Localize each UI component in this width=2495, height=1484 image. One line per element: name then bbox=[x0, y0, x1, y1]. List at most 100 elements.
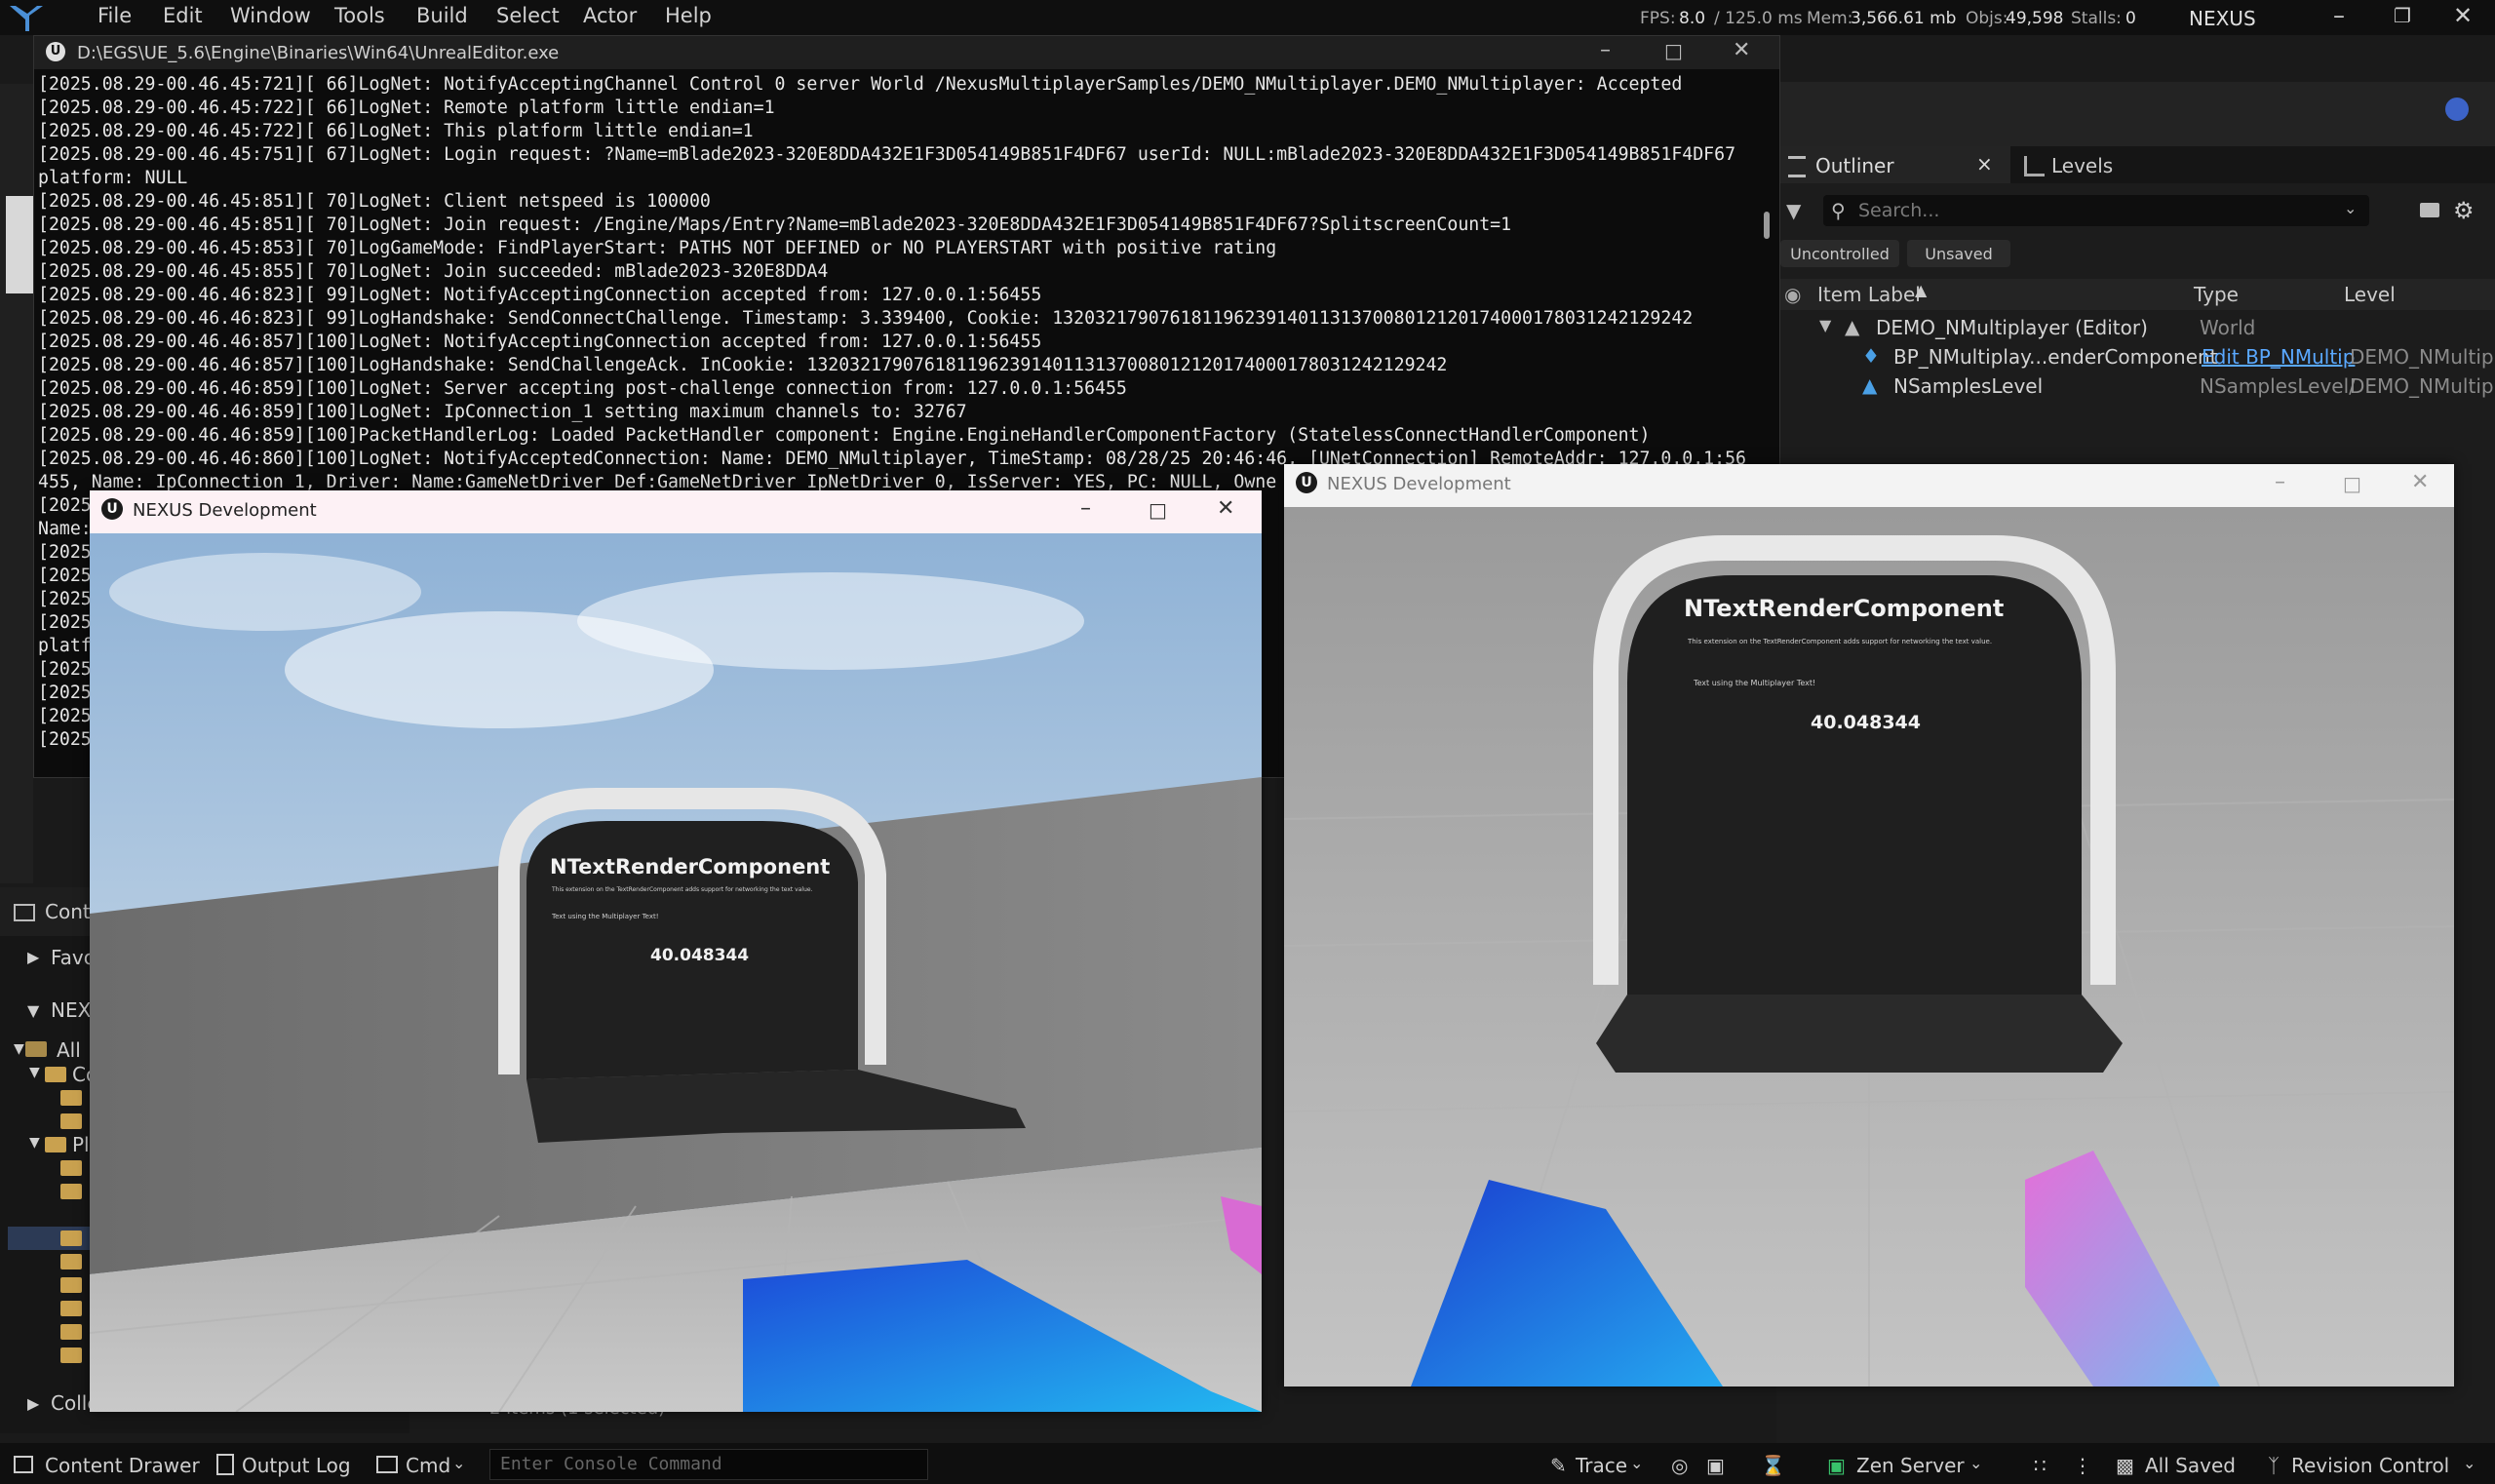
add-folder-icon[interactable] bbox=[2420, 203, 2439, 217]
project-arrow-icon[interactable]: ▼ bbox=[27, 1001, 39, 1020]
selected-folder-row[interactable] bbox=[8, 1227, 96, 1250]
all-arrow-icon[interactable]: ▼ bbox=[14, 1041, 24, 1057]
console-maximize-button[interactable]: □ bbox=[1664, 39, 1683, 62]
col-level[interactable]: Level bbox=[2344, 283, 2396, 306]
editor-maximize-button[interactable]: ❐ bbox=[2394, 4, 2411, 27]
outliner-search-input[interactable]: ⚲ Search... ⌄ bbox=[1823, 195, 2369, 226]
stalls-label: Stalls: bbox=[2071, 9, 2122, 28]
game-window-client[interactable]: U NEXUS Development – □ ✕ NTextRenderCom… bbox=[90, 490, 1262, 1412]
game-window-titlebar[interactable]: U NEXUS Development – □ ✕ bbox=[90, 490, 1262, 533]
game-scene-render bbox=[90, 533, 1262, 1412]
menu-window[interactable]: Window bbox=[230, 4, 311, 27]
folder-icon bbox=[45, 1067, 66, 1082]
folder-icon bbox=[60, 1301, 82, 1316]
sign-value: 40.048344 bbox=[1811, 712, 1921, 733]
trace-dropdown[interactable]: ✎ Trace ⌄ bbox=[1550, 1443, 1648, 1484]
p-folder-arrow-icon[interactable]: ▼ bbox=[29, 1135, 40, 1151]
record-icon[interactable]: ◎ bbox=[1671, 1454, 1688, 1477]
revision-control-dropdown[interactable]: ᛉ Revision Control ⌄ bbox=[2268, 1443, 2482, 1484]
folder-all[interactable]: All bbox=[57, 1038, 81, 1062]
game-minimize-button[interactable]: – bbox=[1080, 496, 1091, 521]
edit-blueprint-link[interactable]: Edit BP_NMultip bbox=[2202, 345, 2355, 369]
c-folder-arrow-icon[interactable]: ▼ bbox=[29, 1065, 40, 1080]
tab-levels[interactable]: Levels bbox=[2051, 154, 2113, 177]
folder-icon bbox=[60, 1184, 82, 1199]
game-minimize-button[interactable]: – bbox=[2275, 470, 2285, 494]
console-minimize-button[interactable]: – bbox=[1600, 38, 1611, 62]
console-log-line: [2025.08.29-00.46.45:721][ 66]LogNet: No… bbox=[38, 74, 1683, 95]
filter-icon[interactable]: ▼ bbox=[1786, 199, 1801, 222]
game-viewport[interactable]: NTextRenderComponent This extension on t… bbox=[1284, 507, 2454, 1386]
game-close-button[interactable]: ✕ bbox=[2411, 470, 2429, 494]
menu-actor[interactable]: Actor bbox=[583, 4, 637, 27]
menu-select[interactable]: Select bbox=[496, 4, 560, 27]
gear-icon[interactable]: ⚙ bbox=[2453, 197, 2475, 224]
console-titlebar[interactable]: U D:\EGS\UE_5.6\Engine\Binaries\Win64\Un… bbox=[34, 36, 1779, 69]
col-type[interactable]: Type bbox=[2194, 283, 2239, 306]
settings-icon[interactable] bbox=[2445, 98, 2469, 121]
game-close-button[interactable]: ✕ bbox=[1217, 496, 1234, 521]
game-maximize-button[interactable]: □ bbox=[1149, 498, 1167, 522]
world-icon: ▲ bbox=[1845, 315, 1860, 338]
hourglass-icon[interactable]: ⌛ bbox=[1761, 1454, 1785, 1477]
console-close-button[interactable]: ✕ bbox=[1733, 38, 1750, 62]
grid-icon[interactable]: ∷ bbox=[2034, 1454, 2047, 1477]
outliner-row-world[interactable]: ▼ ▲ DEMO_NMultiplayer (Editor) World bbox=[1776, 314, 2495, 343]
game-viewport[interactable]: NTextRenderComponent This extension on t… bbox=[90, 533, 1262, 1412]
zen-server-icon: ▣ bbox=[1827, 1454, 1846, 1477]
sign-description: This extension on the TextRenderComponen… bbox=[1688, 638, 1993, 645]
content-browser-tab[interactable]: Conte bbox=[0, 887, 102, 936]
output-log-icon bbox=[216, 1454, 234, 1475]
console-command-input[interactable]: Enter Console Command bbox=[489, 1449, 928, 1480]
content-drawer-button[interactable]: Content Drawer bbox=[0, 1443, 200, 1484]
menu-tools[interactable]: Tools bbox=[334, 4, 385, 27]
editor-close-button[interactable]: ✕ bbox=[2453, 2, 2473, 29]
game-maximize-button[interactable]: □ bbox=[2343, 472, 2361, 495]
blueprint-actor-icon: ♦ bbox=[1862, 344, 1880, 368]
menu-edit[interactable]: Edit bbox=[163, 4, 203, 27]
menu-build[interactable]: Build bbox=[416, 4, 468, 27]
filter-uncontrolled-button[interactable]: Uncontrolled bbox=[1780, 240, 1899, 267]
all-saved-button[interactable]: ▩ All Saved bbox=[2116, 1443, 2236, 1484]
search-placeholder: Search... bbox=[1858, 200, 1940, 221]
more-options-icon[interactable]: ⋮ bbox=[2073, 1454, 2092, 1477]
outliner-row-bp[interactable]: ♦ BP_NMultiplay...enderComponent Edit BP… bbox=[1776, 343, 2495, 372]
game-window-titlebar[interactable]: U NEXUS Development – □ ✕ bbox=[1284, 464, 2454, 507]
filter-unsaved-button[interactable]: Unsaved bbox=[1907, 240, 2010, 267]
console-log-line: [2025.08.29-00.46.46:859][100]LogNet: Se… bbox=[38, 378, 1127, 399]
game-window-title: NEXUS Development bbox=[133, 500, 317, 521]
game-window-server[interactable]: U NEXUS Development – □ ✕ NTextRenderCom… bbox=[1284, 464, 2454, 1386]
console-log-line: [2025.08.29-00.46.45:851][ 70]LogNet: Cl… bbox=[38, 191, 711, 212]
unreal-logo-icon[interactable] bbox=[8, 4, 47, 33]
zen-server-dropdown[interactable]: ▣ Zen Server ⌄ bbox=[1827, 1443, 1983, 1484]
folder-icon bbox=[60, 1230, 82, 1246]
console-log-line: [2025.08.29-00.46.46:823][ 99]LogNet: No… bbox=[38, 285, 1042, 305]
sign-title: NTextRenderComponent bbox=[1684, 595, 2005, 622]
cmd-dropdown[interactable]: Cmd ⌄ bbox=[367, 1443, 474, 1484]
menu-help[interactable]: Help bbox=[665, 4, 712, 27]
screenshot-icon[interactable]: ▣ bbox=[1706, 1454, 1725, 1477]
output-log-button[interactable]: Output Log bbox=[205, 1443, 351, 1484]
outliner-row-level[interactable]: ▲ NSamplesLevel NSamplesLevel/ DEMO_NMul… bbox=[1776, 372, 2495, 402]
visibility-eye-icon[interactable]: ◉ bbox=[1784, 283, 1801, 306]
outliner-row-type: NSamplesLevel/ bbox=[2200, 374, 2356, 398]
collections-arrow-icon[interactable]: ▶ bbox=[27, 1394, 39, 1413]
favorites-arrow-icon[interactable]: ▶ bbox=[27, 948, 39, 966]
editor-minimize-button[interactable]: – bbox=[2333, 2, 2345, 29]
project-section[interactable]: NEX bbox=[51, 998, 91, 1022]
unreal-app-icon: U bbox=[101, 498, 123, 520]
tab-outliner[interactable]: Outliner × bbox=[1776, 146, 2010, 183]
unreal-app-icon: U bbox=[46, 42, 65, 61]
console-scrollbar[interactable] bbox=[1764, 212, 1770, 239]
console-log-line: [2025.08.29-00.46.46:823][ 99]LogHandsha… bbox=[38, 308, 1694, 329]
objs-label: Objs: bbox=[1966, 9, 2008, 28]
folder-icon bbox=[60, 1347, 82, 1363]
menu-file[interactable]: File bbox=[97, 4, 132, 27]
expand-arrow-icon[interactable]: ▼ bbox=[1819, 316, 1831, 334]
folder-p[interactable]: Pl bbox=[72, 1133, 90, 1156]
search-dropdown-icon[interactable]: ⌄ bbox=[2344, 199, 2357, 217]
col-item-label[interactable]: Item Label bbox=[1817, 283, 1921, 306]
outliner-header-row: ◉ Item Label ▲ Type Level bbox=[1776, 279, 2495, 310]
tab-close-icon[interactable]: × bbox=[1976, 152, 1993, 176]
console-command-placeholder: Enter Console Command bbox=[500, 1454, 722, 1474]
